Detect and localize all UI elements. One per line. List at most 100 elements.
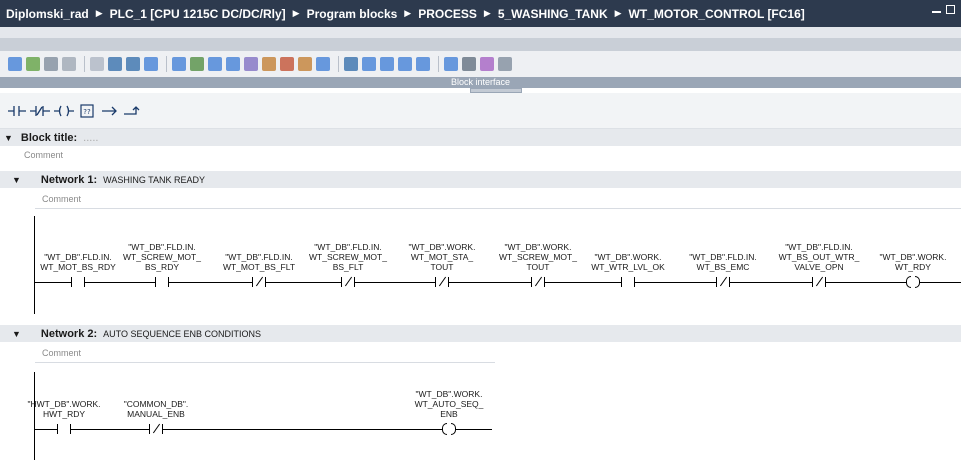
contact-diagonal	[438, 276, 447, 287]
network-2-title[interactable]: AUTO SEQUENCE ENB CONDITIONS	[103, 329, 261, 339]
close-branch-icon[interactable]	[124, 104, 142, 118]
network-2-comment[interactable]: Comment	[42, 348, 81, 358]
operand-label[interactable]: "WT_DB".FLD.IN. WT_BS_OUT_WTR_ VALVE_OPN	[774, 242, 864, 272]
restore-icon[interactable]	[946, 5, 955, 14]
window-buttons	[932, 5, 955, 14]
breadcrumb-item-process[interactable]: PROCESS	[418, 7, 477, 21]
rung-wire	[34, 429, 492, 430]
coil-icon[interactable]	[54, 104, 74, 118]
favorite-icon[interactable]	[262, 57, 276, 71]
address-icon[interactable]	[226, 57, 240, 71]
indent-icon[interactable]	[362, 57, 376, 71]
operand-label[interactable]: "WT_DB".WORK. WT_RDY	[868, 252, 958, 272]
nc-contact-icon[interactable]	[252, 276, 266, 287]
operand-label[interactable]: "WT_DB".WORK. WT_AUTO_SEQ_ ENB	[404, 389, 494, 419]
next-icon[interactable]	[480, 57, 494, 71]
split-icon[interactable]	[144, 57, 158, 71]
symbol-icon[interactable]	[208, 57, 222, 71]
minimize-icon[interactable]	[932, 5, 941, 13]
operand-label[interactable]: "WT_DB".FLD.IN. WT_BS_EMC	[678, 252, 768, 272]
abs-icon[interactable]	[190, 57, 204, 71]
operand-label[interactable]: "WT_DB".FLD.IN. WT_SCREW_MOT_ BS_RDY	[117, 242, 207, 272]
list-icon[interactable]	[244, 57, 258, 71]
breadcrumb-item-program-blocks[interactable]: Program blocks	[307, 7, 398, 21]
contact-diagonal	[534, 276, 543, 287]
no-contact-icon[interactable]	[155, 277, 169, 287]
network-icon[interactable]	[90, 57, 104, 71]
go-icon[interactable]	[462, 57, 476, 71]
contact-right-bar	[634, 277, 635, 287]
insert-icon[interactable]	[44, 57, 58, 71]
contact-right-bar	[84, 277, 85, 287]
contact-left-bar	[71, 277, 72, 287]
operand-label[interactable]: "WT_DB".FLD.IN. WT_MOT_BS_FLT	[214, 252, 304, 272]
contact-diagonal	[255, 276, 264, 287]
operand-label[interactable]: "WT_DB".FLD.IN. WT_MOT_BS_RDY	[33, 252, 123, 272]
monitor-icon[interactable]	[280, 57, 294, 71]
no-contact-icon[interactable]	[8, 104, 26, 118]
network-2-comment-divider	[35, 362, 495, 363]
block-interface-bar[interactable]: Block interface	[0, 77, 961, 88]
bookmark-icon[interactable]	[444, 57, 458, 71]
outdent-icon[interactable]	[380, 57, 394, 71]
nc-contact-icon[interactable]	[341, 276, 355, 287]
call-icon[interactable]	[416, 57, 430, 71]
edge-icon[interactable]	[298, 57, 312, 71]
open-icon[interactable]	[8, 57, 22, 71]
breadcrumb-item-washing-tank[interactable]: 5_WASHING_TANK	[498, 7, 608, 21]
collapse-icon[interactable]	[126, 57, 140, 71]
block-comment[interactable]: Comment	[24, 150, 63, 160]
collapse-arrow-icon[interactable]: ▼	[4, 133, 13, 143]
operand-label[interactable]: "WT_DB".FLD.IN. WT_SCREW_MOT_ BS_FLT	[303, 242, 393, 272]
breadcrumb-item-plc[interactable]: PLC_1 [CPU 1215C DC/DC/Rly]	[110, 7, 286, 21]
coil-left-arc	[442, 423, 447, 435]
nc-contact-icon[interactable]	[30, 104, 50, 118]
coil-icon[interactable]	[442, 423, 456, 435]
network-1-label: Network 1:	[40, 173, 98, 186]
nc-contact-icon[interactable]	[435, 276, 449, 287]
run-icon[interactable]	[316, 57, 330, 71]
network-2-header[interactable]: ▼ Network 2: AUTO SEQUENCE ENB CONDITION…	[0, 325, 961, 342]
network-1-comment-divider	[35, 208, 961, 209]
nc-contact-icon[interactable]	[716, 276, 730, 287]
block-title-label: Block title:	[20, 131, 78, 144]
network-1-comment[interactable]: Comment	[42, 194, 81, 204]
nc-contact-icon[interactable]	[812, 276, 826, 287]
close-icon[interactable]	[26, 57, 40, 71]
contact-left-bar	[716, 277, 717, 287]
network-2-label: Network 2:	[40, 327, 98, 340]
contact-left-bar	[341, 277, 342, 287]
no-contact-icon[interactable]	[71, 277, 85, 287]
operand-label[interactable]: "COMMON_DB". MANUAL_ENB	[111, 399, 201, 419]
toolbar-separator	[338, 56, 339, 72]
contact-left-bar	[621, 277, 622, 287]
operand-label[interactable]: "WT_DB".WORK. WT_WTR_LVL_OK	[583, 252, 673, 272]
empty-box-icon[interactable]: ??	[80, 104, 94, 118]
insert-call-icon[interactable]	[398, 57, 412, 71]
breadcrumb-item-project[interactable]: Diplomski_rad	[6, 7, 89, 21]
contact-diagonal	[152, 423, 161, 434]
comment-icon[interactable]	[172, 57, 186, 71]
block-title-value[interactable]: .....	[83, 132, 98, 144]
no-contact-icon[interactable]	[57, 424, 71, 434]
nc-contact-icon[interactable]	[531, 276, 545, 287]
breadcrumb-item-block[interactable]: WT_MOTOR_CONTROL [FC16]	[629, 7, 805, 21]
open-branch-icon[interactable]	[102, 104, 120, 118]
operand-label[interactable]: "WT_DB".WORK. WT_SCREW_MOT_ TOUT	[493, 242, 583, 272]
compare-icon[interactable]	[498, 57, 512, 71]
contact-right-bar	[825, 277, 826, 287]
network-1-title[interactable]: WASHING TANK READY	[103, 175, 205, 185]
delete-icon[interactable]	[62, 57, 76, 71]
expand-icon[interactable]	[108, 57, 122, 71]
operand-label[interactable]: "WT_DB".WORK. WT_MOT_STA_ TOUT	[397, 242, 487, 272]
block-title-bar[interactable]: ▼ Block title: .....	[0, 129, 961, 146]
coil-icon[interactable]	[906, 276, 920, 288]
no-contact-icon[interactable]	[621, 277, 635, 287]
contact-right-bar	[448, 277, 449, 287]
collapse-arrow-icon[interactable]: ▼	[12, 329, 21, 339]
collapse-arrow-icon[interactable]: ▼	[12, 175, 21, 185]
stop-icon[interactable]	[344, 57, 358, 71]
nc-contact-icon[interactable]	[149, 423, 163, 434]
operand-label[interactable]: "HWT_DB".WORK. HWT_RDY	[19, 399, 109, 419]
network-1-header[interactable]: ▼ Network 1: WASHING TANK READY	[0, 171, 961, 188]
